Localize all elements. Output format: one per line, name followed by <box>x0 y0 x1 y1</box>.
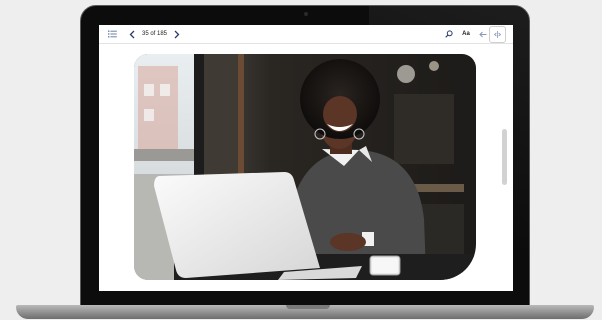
font-settings-button[interactable]: Aa <box>459 27 473 41</box>
reader-toolbar: 35 of 185 Aa <box>99 25 513 44</box>
laptop-base <box>16 305 594 319</box>
scene: 35 of 185 Aa <box>0 0 602 320</box>
page-indicator: 35 of 185 <box>142 31 168 37</box>
scrollbar-thumb[interactable] <box>502 129 507 185</box>
laptop-screen: 35 of 185 Aa <box>99 25 513 291</box>
back-arrow-icon[interactable] <box>476 27 490 41</box>
reader-page <box>99 45 513 291</box>
fit-width-icon[interactable] <box>489 26 506 43</box>
search-icon[interactable] <box>442 27 456 41</box>
webcam <box>304 12 308 16</box>
chevron-left-icon[interactable] <box>125 27 139 41</box>
photo-woman-with-laptop <box>134 54 476 280</box>
laptop-hinge-notch <box>286 305 330 309</box>
list-icon[interactable] <box>105 27 119 41</box>
chevron-right-icon[interactable] <box>170 27 184 41</box>
